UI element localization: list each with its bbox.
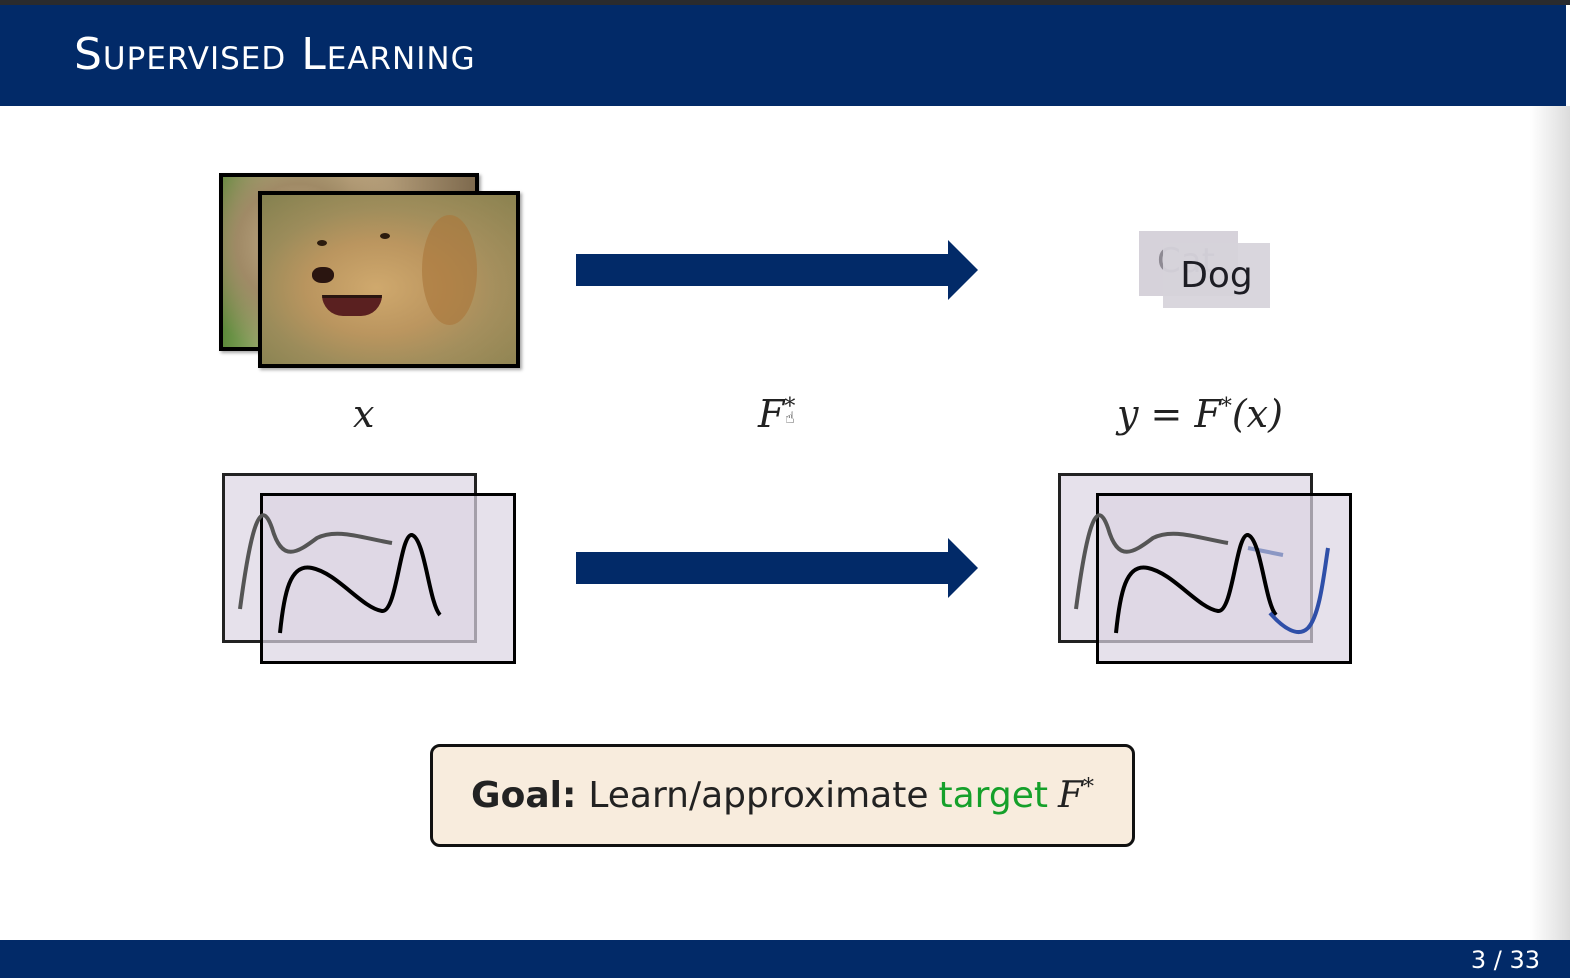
dog-ear-shape: [422, 215, 477, 325]
slide-footer: 3 / 33: [0, 940, 1570, 978]
goal-box: Goal: Learn/approximate target F*: [430, 744, 1135, 847]
math-x: x: [353, 392, 375, 436]
curve-lines-right: [1074, 513, 1330, 634]
goal-f-base: F: [1057, 775, 1083, 816]
goal-strong-label: Goal:: [471, 775, 577, 816]
arrow-bottom: [576, 538, 978, 598]
label-dog: Dog: [1163, 243, 1270, 308]
dog-nose: [312, 267, 334, 283]
math-y-left: y = F: [1117, 392, 1221, 436]
dog-image: [258, 191, 520, 368]
goal-target-word: target: [938, 775, 1048, 816]
goal-f-sup: *: [1082, 775, 1094, 800]
math-y-right: (x): [1231, 392, 1283, 436]
slide-header: Supervised Learning: [0, 5, 1566, 106]
goal-f-star: F*: [1058, 775, 1094, 816]
page-number: 3 / 33: [1470, 946, 1540, 974]
goal-text: Learn/approximate: [588, 775, 929, 816]
dog-eye-left: [317, 240, 327, 246]
hand-cursor-icon: ☝: [785, 408, 795, 427]
math-f-base: F: [758, 392, 785, 436]
slide-title: Supervised Learning: [74, 29, 476, 80]
dog-mouth: [322, 295, 382, 316]
math-y-sup: *: [1220, 394, 1232, 420]
math-y-equals: y = F*(x): [1117, 392, 1283, 436]
curve-lines-left: [238, 513, 442, 634]
arrow-top: [576, 240, 978, 300]
dog-eye-right: [380, 233, 390, 239]
slide-edge-shadow: [1530, 106, 1570, 940]
